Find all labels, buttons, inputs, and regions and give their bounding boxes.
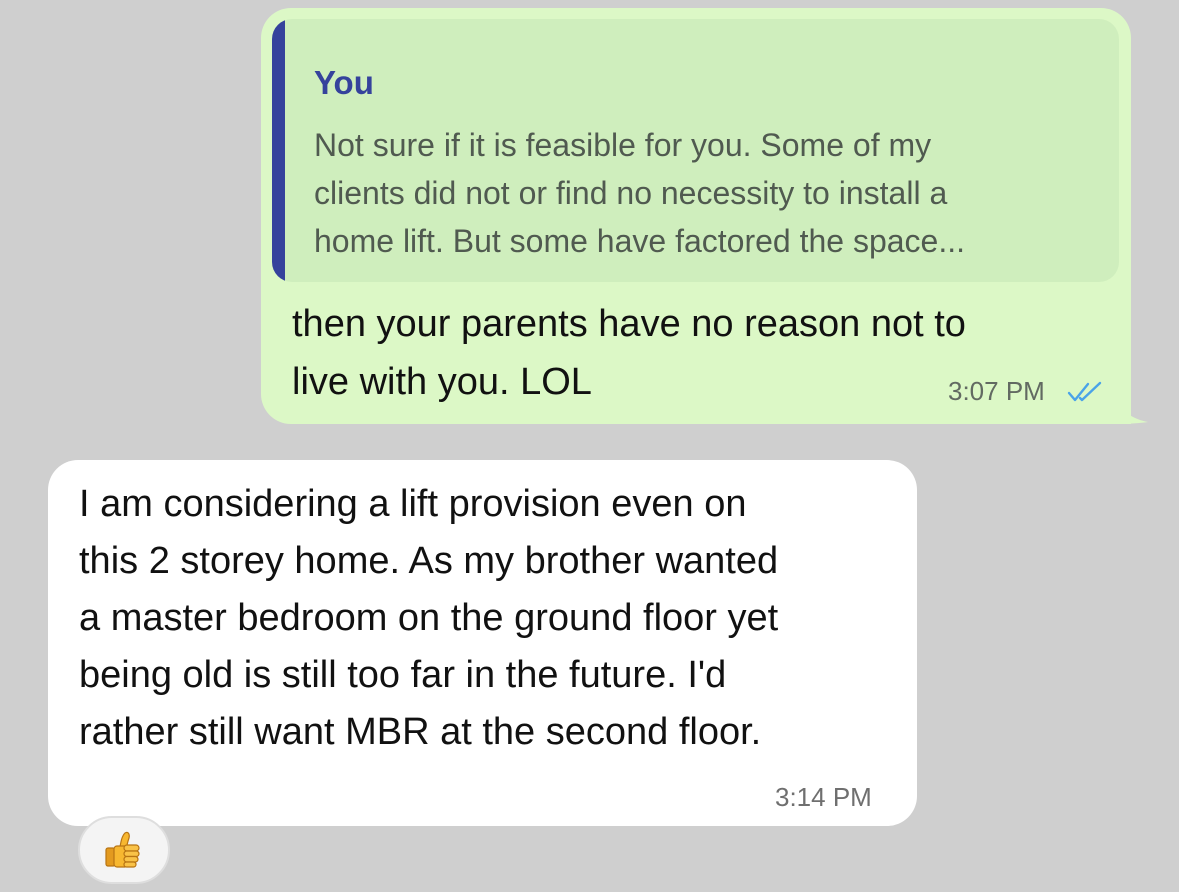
quote-text-line: home lift. But some have factored the sp… <box>314 223 966 259</box>
reaction-badge[interactable] <box>78 816 170 884</box>
quote-author: You <box>314 64 374 101</box>
thumbs-up-icon <box>105 831 140 868</box>
quoted-reply[interactable]: You Not sure if it is feasible for you. … <box>272 19 1119 282</box>
message-text-line: I am considering a lift provision even o… <box>79 483 747 525</box>
message-text-line: live with you. LOL <box>292 361 592 403</box>
quote-accent-bar <box>272 19 285 282</box>
message-timestamp: 3:14 PM <box>775 782 872 812</box>
double-check-icon <box>1067 381 1102 402</box>
message-text-line: then your parents have no reason not to <box>292 303 966 345</box>
quote-text-line: Not sure if it is feasible for you. Some… <box>314 127 932 163</box>
message-timestamp: 3:07 PM <box>948 376 1045 406</box>
quote-text-line: clients did not or find no necessity to … <box>314 175 948 211</box>
message-text-line: being old is still too far in the future… <box>79 654 727 696</box>
message-text-line: rather still want MBR at the second floo… <box>79 711 762 753</box>
outgoing-message-bubble[interactable]: You Not sure if it is feasible for you. … <box>261 8 1131 424</box>
message-text-line: a master bedroom on the ground floor yet <box>79 597 779 639</box>
message-text-line: this 2 storey home. As my brother wanted <box>79 540 779 582</box>
bubble-tail <box>1108 380 1148 424</box>
incoming-message-bubble[interactable]: I am considering a lift provision even o… <box>48 460 917 826</box>
